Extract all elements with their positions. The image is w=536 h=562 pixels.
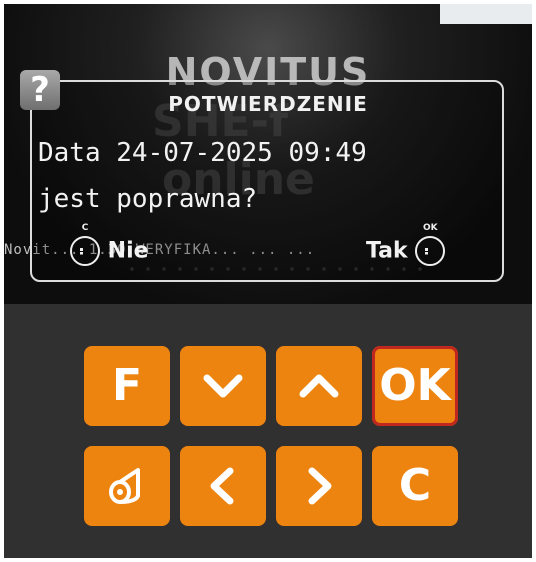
left-arrow-key[interactable] <box>180 446 266 526</box>
ok-key-icon: OK <box>415 223 446 266</box>
screen-glare <box>440 4 532 24</box>
c-key-icon-label: C <box>81 223 89 233</box>
up-arrow-icon <box>299 374 339 398</box>
yes-label: Tak <box>366 238 408 264</box>
right-arrow-key[interactable] <box>276 446 362 526</box>
no-label: Nie <box>107 238 149 264</box>
c-key[interactable]: C <box>372 446 458 526</box>
down-arrow-key[interactable] <box>180 346 266 426</box>
left-arrow-icon <box>210 467 234 505</box>
keypad: F OK C <box>84 346 460 536</box>
right-arrow-icon <box>308 467 332 505</box>
paper-roll-icon <box>109 468 140 504</box>
ok-key[interactable]: OK <box>372 346 458 426</box>
dialog-question-line: jest poprawna? <box>38 184 258 214</box>
paper-feed-key[interactable] <box>84 446 170 526</box>
up-arrow-key[interactable] <box>276 346 362 426</box>
fiscal-device: NOVITUS SHE-f online Novit... 1.30 WERYF… <box>4 4 532 558</box>
no-option[interactable]: C Nie <box>70 223 149 266</box>
display-screen: NOVITUS SHE-f online Novit... 1.30 WERYF… <box>4 4 532 304</box>
f-key[interactable]: F <box>84 346 170 426</box>
dialog-date-line: Data 24-07-2025 09:49 <box>38 138 367 168</box>
ok-key-icon-label: OK <box>423 223 438 233</box>
down-arrow-icon <box>203 374 243 398</box>
dialog-title: POTWIERDZENIE <box>168 92 368 116</box>
yes-option[interactable]: Tak OK <box>366 223 446 266</box>
c-key-icon: C <box>70 223 100 266</box>
